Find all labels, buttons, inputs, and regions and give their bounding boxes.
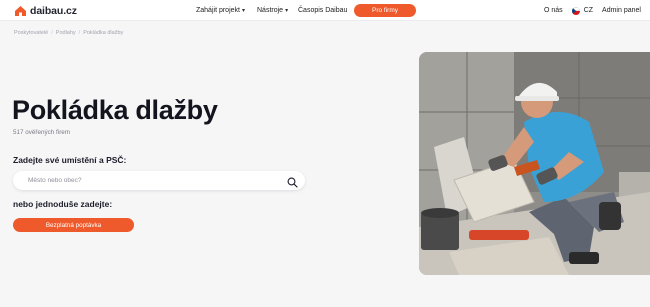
nav-item-nastroje[interactable]: Nástroje ▾ <box>257 0 288 21</box>
breadcrumb-item[interactable]: Podlahy <box>56 30 76 36</box>
house-logo-icon <box>14 5 27 17</box>
hero-image <box>419 52 650 275</box>
logo-text: daibau.cz <box>30 4 77 17</box>
about-link[interactable]: O nás <box>544 7 563 14</box>
chevron-down-icon: ▾ <box>285 7 289 14</box>
pro-firmy-button[interactable]: Pro firmy <box>354 4 416 17</box>
location-search <box>13 171 305 190</box>
czech-flag-icon <box>571 6 580 15</box>
page-title: Pokládka dlažby <box>12 95 218 125</box>
firm-count: 517 ověřených firem <box>13 129 71 136</box>
site-header: daibau.cz Zahájit projekt ▾ Nástroje ▾ Č… <box>0 0 650 21</box>
nav-item-casopis[interactable]: Časopis Daibau <box>298 0 347 21</box>
nav-item-zahajit-projekt[interactable]: Zahájit projekt ▾ <box>196 0 245 21</box>
alt-label: nebo jednoduše zadejte: <box>13 199 113 209</box>
admin-panel-link[interactable]: Admin panel <box>602 7 641 14</box>
search-icon[interactable] <box>287 175 298 188</box>
location-label: Zadejte své umístění a PSČ: <box>13 155 127 165</box>
nav-label: Nástroje <box>257 7 284 14</box>
breadcrumb-separator: / <box>78 30 81 36</box>
chevron-down-icon: ▾ <box>241 7 245 14</box>
location-search-input[interactable] <box>28 177 278 184</box>
language-switcher[interactable]: CZ <box>571 6 594 15</box>
language-label: CZ <box>583 7 594 14</box>
nav-label: Zahájit projekt <box>196 7 240 14</box>
logo[interactable]: daibau.cz <box>14 4 77 17</box>
right-nav: O nás CZ Admin panel <box>544 0 641 21</box>
breadcrumb-item: Pokládka dlažby <box>83 30 124 36</box>
breadcrumb-separator: / <box>51 30 53 36</box>
free-inquiry-button[interactable]: Bezplatná poptávka <box>13 218 134 232</box>
nav-label: Časopis Daibau <box>298 7 348 14</box>
breadcrumb: Poskytovatelé / Podlahy / Pokládka dlažb… <box>14 30 123 36</box>
breadcrumb-item[interactable]: Poskytovatelé <box>14 30 48 36</box>
